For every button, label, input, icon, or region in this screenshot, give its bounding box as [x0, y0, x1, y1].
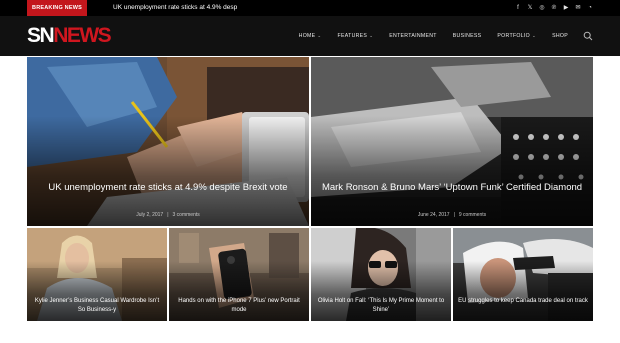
chevron-down-icon: ⌄	[532, 33, 537, 38]
post-date: July 2, 2017	[136, 212, 164, 218]
post-title[interactable]: Hands on with the iPhone 7 Plus’ new Por…	[174, 297, 304, 314]
post-meta: July 2, 2017 | 3 comments	[136, 212, 200, 218]
image-overlay	[27, 116, 309, 226]
site-logo[interactable]: SNNEWS	[27, 24, 112, 47]
logo-news: NEWS	[53, 24, 112, 47]
image-overlay	[311, 116, 593, 226]
pinterest-icon[interactable]: ℗	[551, 0, 557, 16]
post-card[interactable]: EU struggles to keep Canada trade deal o…	[453, 228, 593, 321]
rss-icon[interactable]: ◔	[587, 0, 593, 16]
main-nav: HOME ⌄ FEATURES ⌄ ENTERTAINMENT BUSINESS P…	[299, 16, 568, 56]
twitter-icon[interactable]: 𝕏	[527, 0, 533, 16]
post-card[interactable]: Kylie Jenner’s Business Casual Wardrobe …	[27, 228, 167, 321]
featured-post-card[interactable]: UK unemployment rate sticks at 4.9% desp…	[27, 57, 309, 226]
news-ticker-link[interactable]: UK unemployment rate sticks at 4.9% desp	[113, 0, 237, 16]
post-title[interactable]: Kylie Jenner’s Business Casual Wardrobe …	[32, 297, 162, 314]
featured-post-card[interactable]: Mark Ronson & Bruno Mars’ ‘Uptown Funk’ …	[311, 57, 593, 226]
email-icon[interactable]: ✉	[575, 0, 581, 16]
search-icon[interactable]	[583, 31, 593, 41]
instagram-icon[interactable]: ◎	[539, 0, 545, 16]
post-title[interactable]: UK unemployment rate sticks at 4.9% desp…	[35, 181, 301, 194]
nav-shop[interactable]: SHOP	[552, 33, 568, 39]
post-card[interactable]: Hands on with the iPhone 7 Plus’ new Por…	[169, 228, 309, 321]
chevron-down-icon: ⌄	[369, 33, 374, 38]
main-header: SNNEWS HOME ⌄ FEATURES ⌄ ENTERTAINMENT BUS…	[0, 16, 620, 56]
breaking-news-badge: BREAKING NEWS	[27, 0, 87, 16]
post-title[interactable]: Mark Ronson & Bruno Mars’ ‘Uptown Funk’ …	[319, 181, 585, 194]
youtube-icon[interactable]: ▶	[563, 0, 569, 16]
post-meta: June 24, 2017 | 9 comments	[417, 212, 487, 218]
nav-portfolio[interactable]: PORTFOLIO ⌄	[497, 33, 536, 39]
social-links: f 𝕏 ◎ ℗ ▶ ✉ ◔	[515, 0, 593, 16]
nav-entertainment[interactable]: ENTERTAINMENT	[389, 33, 437, 39]
facebook-icon[interactable]: f	[515, 0, 521, 16]
post-card[interactable]: Olivia Holt on Fall: ‘This Is My Prime M…	[311, 228, 451, 321]
nav-business[interactable]: BUSINESS	[453, 33, 482, 39]
post-comments[interactable]: 9 comments	[459, 212, 486, 218]
top-bar: BREAKING NEWS UK unemployment rate stick…	[0, 0, 620, 16]
post-title[interactable]: EU struggles to keep Canada trade deal o…	[458, 297, 588, 306]
chevron-down-icon: ⌄	[317, 33, 322, 38]
post-date: June 24, 2017	[417, 212, 450, 218]
image-overlay	[453, 260, 593, 321]
post-title[interactable]: Olivia Holt on Fall: ‘This Is My Prime M…	[316, 297, 446, 314]
nav-features[interactable]: FEATURES ⌄	[338, 33, 374, 39]
nav-home[interactable]: HOME ⌄	[299, 33, 322, 39]
logo-sn: SN	[27, 24, 55, 47]
post-comments[interactable]: 3 comments	[173, 212, 200, 218]
